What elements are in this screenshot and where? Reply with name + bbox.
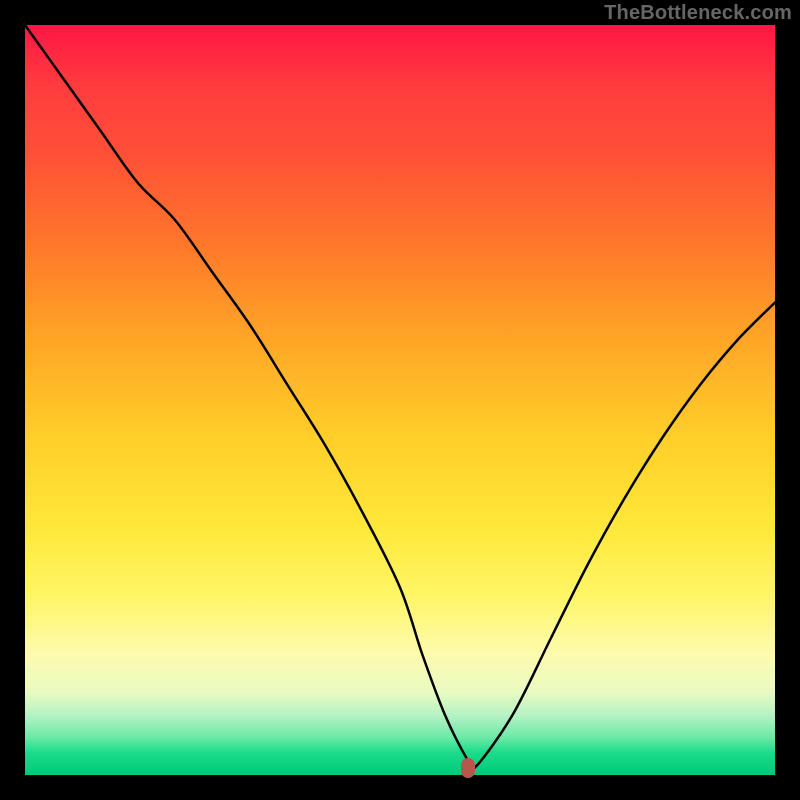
plot-area — [25, 25, 775, 775]
attribution-label: TheBottleneck.com — [604, 2, 792, 25]
optimum-marker — [461, 758, 475, 778]
chart-frame: TheBottleneck.com — [0, 0, 800, 800]
bottleneck-curve — [25, 25, 775, 775]
